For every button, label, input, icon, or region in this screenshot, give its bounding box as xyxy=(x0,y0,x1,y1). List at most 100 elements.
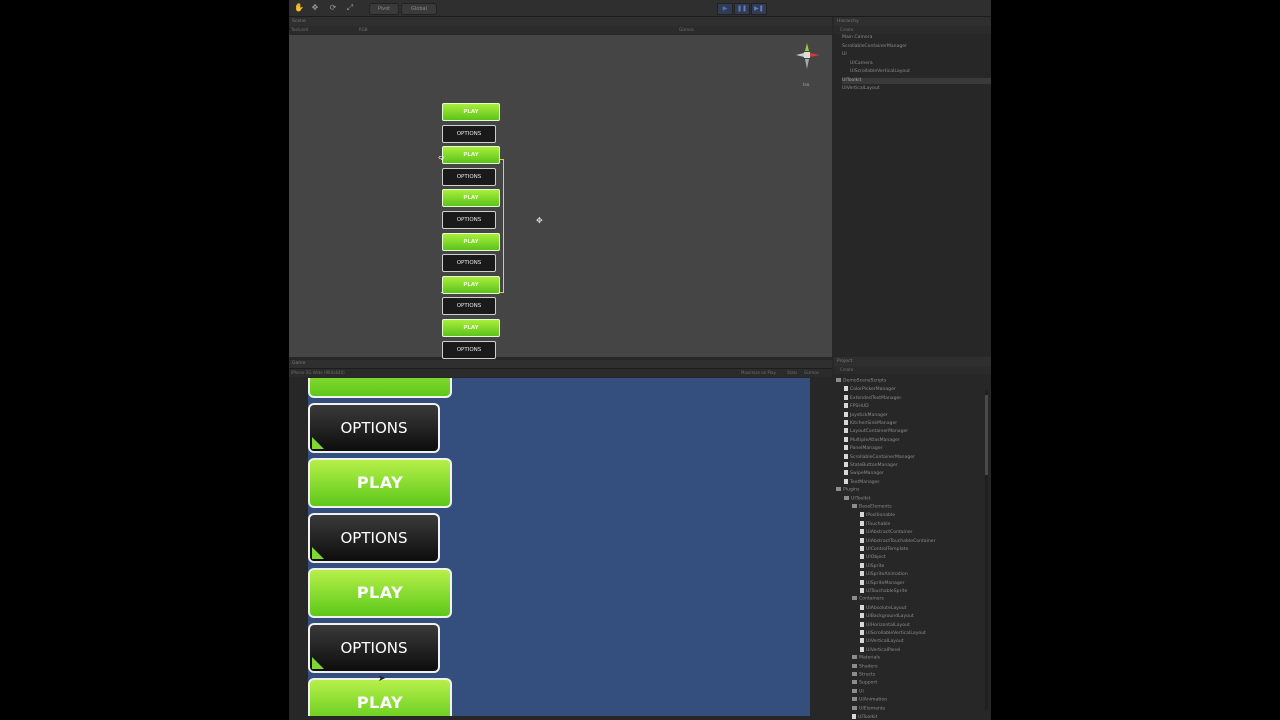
project-script[interactable]: KitchenSinkManager xyxy=(844,420,897,427)
scene-gizmos-dropdown[interactable]: Gizmos xyxy=(679,26,694,34)
scene-options-button[interactable]: OPTIONS xyxy=(442,211,496,229)
project-script[interactable]: PanelManager xyxy=(844,445,883,452)
project-script[interactable]: UIBackgroundLayout xyxy=(860,613,914,620)
maximize-on-play-toggle[interactable]: Maximize on Play xyxy=(741,369,776,377)
project-folder[interactable]: Materials xyxy=(852,655,880,662)
scene-options-button[interactable]: OPTIONS xyxy=(442,124,496,143)
project-script[interactable]: MultipleAtlasManager xyxy=(844,436,900,444)
hierarchy-create-dropdown[interactable]: Create xyxy=(840,26,853,34)
project-folder[interactable]: Plugins xyxy=(836,487,859,494)
project-script[interactable]: UIControlTemplate xyxy=(860,546,908,553)
project-scrollbar-thumb[interactable] xyxy=(985,395,988,475)
scene-play-button[interactable]: PLAY xyxy=(442,103,500,121)
game-tab[interactable]: Game xyxy=(289,360,832,369)
project-folder[interactable]: Support xyxy=(852,680,877,687)
scene-play-button[interactable]: PLAY xyxy=(442,232,500,251)
scene-options-button[interactable]: OPTIONS xyxy=(442,167,496,186)
folder-icon xyxy=(844,495,849,500)
resolution-dropdown[interactable]: iPhone 5G Wide (960x640) xyxy=(291,369,345,377)
project-script[interactable]: LayoutContainerManager xyxy=(844,428,908,435)
scene-options-button[interactable]: OPTIONS xyxy=(442,297,496,316)
move-tool-icon[interactable]: ✥ xyxy=(309,3,321,13)
hierarchy-item[interactable]: Main Camera xyxy=(842,35,991,41)
project-script[interactable]: JoystickManager xyxy=(844,411,888,419)
project-folder[interactable]: Shaders xyxy=(852,663,878,671)
project-script[interactable]: ExtendedTextManager xyxy=(844,394,901,402)
folder-icon xyxy=(852,688,857,693)
project-script[interactable]: UIAbsoluteLayout xyxy=(860,604,906,612)
scene-play-button[interactable]: PLAY xyxy=(442,319,500,337)
move-handle-icon[interactable]: ⇔ xyxy=(438,153,445,162)
scene-options-button[interactable]: OPTIONS xyxy=(442,254,496,273)
project-script[interactable]: UIAbstractContainer xyxy=(860,529,912,536)
project-folder[interactable]: UI xyxy=(852,688,864,696)
project-item-label: ScrollableContainerManager xyxy=(850,454,916,460)
project-script[interactable]: UIHorizontalLayout xyxy=(860,621,910,629)
project-script[interactable]: UIVerticalLayout xyxy=(860,638,904,645)
script-icon xyxy=(860,604,864,610)
scene-view[interactable]: Iso PLAY OPTIONS PLAY OPTIONS PLAY OPTIONS PLA… xyxy=(289,35,832,359)
project-folder[interactable]: UIElements xyxy=(852,705,885,713)
global-toggle[interactable]: Global xyxy=(401,3,437,15)
options-button-label: OPTIONS xyxy=(310,405,438,451)
play-button[interactable]: PLAY xyxy=(308,568,452,618)
project-script[interactable]: ITouchable xyxy=(860,520,890,528)
step-button-icon[interactable]: ▶❚ xyxy=(751,3,767,15)
project-script[interactable]: UITouchableSprite xyxy=(860,588,907,595)
project-create-dropdown[interactable]: Create xyxy=(840,366,853,374)
project-item-label: SwipeManager xyxy=(850,471,884,477)
rotate-tool-icon[interactable]: ⟳ xyxy=(327,3,339,13)
play-button[interactable]: PLAY xyxy=(308,378,452,398)
project-script[interactable]: UISprite xyxy=(860,562,884,570)
play-button-label: PLAY xyxy=(310,378,450,396)
project-script[interactable]: ScrollableContainerManager xyxy=(844,453,916,461)
project-folder[interactable]: DemoSceneScripts xyxy=(836,378,886,385)
project-script[interactable]: UIToolkit xyxy=(852,714,877,720)
project-folder[interactable]: Containers xyxy=(852,596,884,603)
project-folder[interactable]: BaseElements xyxy=(852,504,892,511)
project-script[interactable]: IPositionable xyxy=(860,512,895,519)
options-button[interactable]: OPTIONS xyxy=(308,513,440,563)
pivot-toggle[interactable]: Pivot xyxy=(369,3,399,15)
hierarchy-item[interactable]: ScrollableContainerManager xyxy=(842,44,991,50)
project-script[interactable]: UIScrollableVerticalLayout xyxy=(860,630,926,637)
project-script[interactable]: UIVerticalPanel xyxy=(860,646,900,654)
color-mode-dropdown[interactable]: RGB xyxy=(359,26,368,34)
scene-play-button[interactable]: PLAY xyxy=(442,189,500,208)
hand-tool-icon[interactable]: ✋ xyxy=(293,3,305,13)
scene-options-button[interactable]: OPTIONS xyxy=(442,340,496,359)
project-folder[interactable]: UIToolkit xyxy=(844,495,870,503)
play-button-icon[interactable]: ▶ xyxy=(717,3,733,15)
render-mode-dropdown[interactable]: Textured xyxy=(291,26,308,34)
scene-orientation-gizmo[interactable]: Iso xyxy=(792,41,822,88)
pause-button-icon[interactable]: ❚❚ xyxy=(734,3,750,15)
options-button[interactable]: OPTIONS xyxy=(308,403,440,453)
project-script[interactable]: UISpriteManager xyxy=(860,579,904,587)
project-folder[interactable]: UIAnimation xyxy=(852,697,887,704)
project-folder[interactable]: Structs xyxy=(852,672,875,679)
scale-tool-icon[interactable]: ⤢ xyxy=(344,3,356,13)
folder-icon xyxy=(852,680,857,685)
scene-play-button[interactable]: PLAY xyxy=(442,275,500,294)
scene-play-button[interactable]: PLAY xyxy=(442,146,500,165)
play-button[interactable]: PLAY xyxy=(308,458,452,508)
hierarchy-item[interactable]: UIScrollableVerticalLayout xyxy=(850,69,991,75)
stats-toggle[interactable]: Stats xyxy=(787,369,797,377)
project-script[interactable]: TextManager xyxy=(844,478,879,486)
project-script[interactable]: UIObject xyxy=(860,554,886,561)
game-gizmos-toggle[interactable]: Gizmos xyxy=(804,369,819,377)
project-script[interactable]: UISpriteAnimation xyxy=(860,571,908,578)
project-script[interactable]: FPSHUD xyxy=(844,403,869,410)
project-script[interactable]: ColorPickerManager xyxy=(844,386,896,393)
project-script[interactable]: SwipeManager xyxy=(844,470,884,477)
options-button[interactable]: OPTIONS xyxy=(308,623,440,673)
hierarchy-item[interactable]: UI xyxy=(842,52,991,58)
hierarchy-item[interactable]: UIVerticalLayout xyxy=(842,86,991,92)
project-item-label: UIAbstractTouchableContainer xyxy=(866,538,936,544)
hierarchy-item[interactable]: UIToolkit xyxy=(842,77,991,84)
project-script[interactable]: UIAbstractTouchableContainer xyxy=(860,537,936,545)
play-button-label: PLAY xyxy=(310,680,450,716)
hierarchy-item[interactable]: UICamera xyxy=(850,61,991,67)
project-script[interactable]: StateButtonManager xyxy=(844,462,898,469)
script-icon xyxy=(852,714,856,719)
